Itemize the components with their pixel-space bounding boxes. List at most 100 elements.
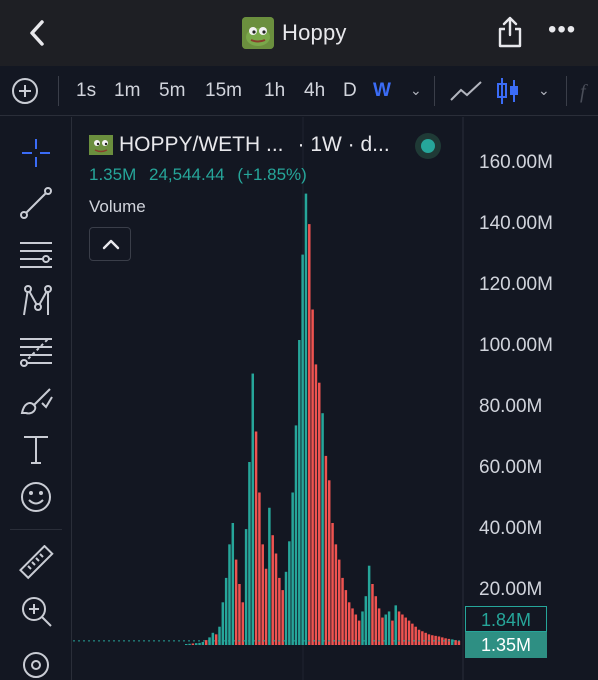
horizontal-lines-icon[interactable]: [18, 235, 54, 271]
volume-bar: [264, 568, 268, 645]
volume-bar: [301, 254, 304, 645]
price-value: 24,544.44: [148, 165, 225, 184]
volume-bar: [231, 523, 235, 645]
market-status-indicator: [421, 139, 435, 153]
interval-1s[interactable]: 1s: [76, 80, 96, 102]
ruler-icon[interactable]: [18, 545, 54, 581]
volume-bar: [284, 571, 288, 645]
change-value: (+1.85%): [237, 165, 307, 184]
token-avatar: [242, 17, 274, 49]
sidebar-divider: [10, 529, 62, 530]
volume-bar: [451, 639, 454, 645]
interval-5m[interactable]: 5m: [159, 80, 185, 102]
add-symbol-button[interactable]: [12, 78, 38, 104]
volume-bar: [414, 626, 417, 645]
collapse-legend-button[interactable]: [89, 227, 131, 261]
fib-icon[interactable]: [18, 333, 54, 369]
title-group: Hoppy: [242, 16, 347, 50]
interval-w[interactable]: W: [373, 80, 391, 102]
chart-pane[interactable]: HOPPY/WETH ... · 1W · d... 1.35M 24,544.…: [73, 117, 598, 680]
crosshair-icon[interactable]: [18, 135, 54, 171]
volume-bar: [221, 602, 225, 645]
chart-type-dropdown-icon[interactable]: ⌄: [538, 82, 550, 99]
volume-bar: [214, 634, 218, 645]
volume-bar: [218, 626, 221, 645]
toolbar-divider: [434, 76, 435, 106]
interval-4h[interactable]: 4h: [304, 80, 325, 102]
volume-bar: [234, 559, 238, 645]
volume-bar: [308, 224, 311, 645]
volume-bar: [188, 643, 191, 645]
page-title: Hoppy: [282, 20, 347, 45]
trendline-icon[interactable]: [18, 185, 54, 221]
volume-bar: [251, 373, 254, 645]
volume-bar: [318, 382, 321, 645]
interval-15m[interactable]: 15m: [205, 80, 242, 102]
share-button[interactable]: [496, 15, 524, 49]
volume-bar: [444, 638, 447, 645]
volume-bar: [238, 584, 241, 645]
volume-bar: [351, 608, 354, 645]
volume-bar: [447, 638, 451, 645]
line-chart-icon[interactable]: [449, 78, 483, 104]
prev-value-badge: 1.84M: [465, 606, 547, 632]
volume-bar: [185, 644, 188, 645]
magnet-icon[interactable]: [18, 647, 54, 680]
more-button[interactable]: •••: [548, 18, 576, 42]
interval-d[interactable]: D: [343, 80, 357, 102]
volume-bar: [204, 640, 208, 645]
volume-bar: [201, 641, 205, 645]
volume-bar: [411, 623, 414, 645]
volume-bar: [298, 340, 301, 645]
volume-bar: [394, 605, 397, 645]
back-button[interactable]: [22, 16, 54, 50]
volume-bar: [271, 535, 274, 645]
volume-bar: [258, 492, 261, 645]
candles-icon[interactable]: [495, 76, 521, 106]
volume-bar: [334, 544, 338, 645]
chevron-up-icon: [102, 239, 120, 250]
volume-bar: [241, 602, 245, 645]
zoom-in-icon[interactable]: [18, 593, 54, 629]
legend-title[interactable]: HOPPY/WETH ... · 1W · d...: [89, 133, 390, 157]
volume-bar: [337, 559, 341, 645]
volume-bar: [377, 608, 381, 645]
volume-bar: [248, 462, 251, 645]
interval-1m[interactable]: 1m: [114, 80, 140, 102]
text-icon[interactable]: [18, 431, 54, 467]
volume-bar: [331, 523, 334, 645]
interval-1h[interactable]: 1h: [264, 80, 285, 102]
y-axis-label: 80.00M: [479, 396, 543, 417]
volume-bar: [344, 590, 348, 645]
volume-bar: [191, 643, 195, 645]
y-axis-label: 60.00M: [479, 457, 543, 478]
interval-dropdown-icon[interactable]: ⌄: [410, 82, 422, 99]
volume-bar: [364, 596, 368, 645]
volume-bar: [367, 565, 371, 645]
volume-bar: [321, 413, 324, 645]
brush-icon[interactable]: [18, 383, 54, 419]
toolbar-divider: [566, 76, 567, 106]
emoji-icon[interactable]: [18, 479, 54, 515]
indicator-icon[interactable]: f: [578, 78, 598, 104]
volume-bar: [374, 596, 378, 645]
y-axis-label: 140.00M: [479, 213, 553, 234]
volume-bar: [254, 431, 258, 645]
svg-text:f: f: [580, 81, 588, 103]
volume-bar: [304, 193, 308, 645]
volume-bar: [361, 611, 364, 645]
volume-bar: [311, 309, 314, 645]
interval-toolbar: 1s 1m 5m 15m 1h 4h D W ⌄ ⌄ f: [0, 66, 598, 116]
volume-bar: [261, 544, 264, 645]
volume-bar: [228, 544, 231, 645]
symbol-meta: · 1W · d...: [297, 133, 390, 156]
volume-bar: [194, 643, 198, 645]
volume-bar: [347, 602, 351, 645]
volume-bar: [327, 480, 331, 645]
symbol-pair: HOPPY/WETH ...: [119, 133, 284, 156]
volume-bar: [397, 611, 401, 645]
drawing-toolbar: [0, 117, 72, 680]
volume-bar: [211, 632, 215, 645]
pattern-icon[interactable]: [18, 283, 54, 319]
volume-bar: [387, 611, 391, 645]
